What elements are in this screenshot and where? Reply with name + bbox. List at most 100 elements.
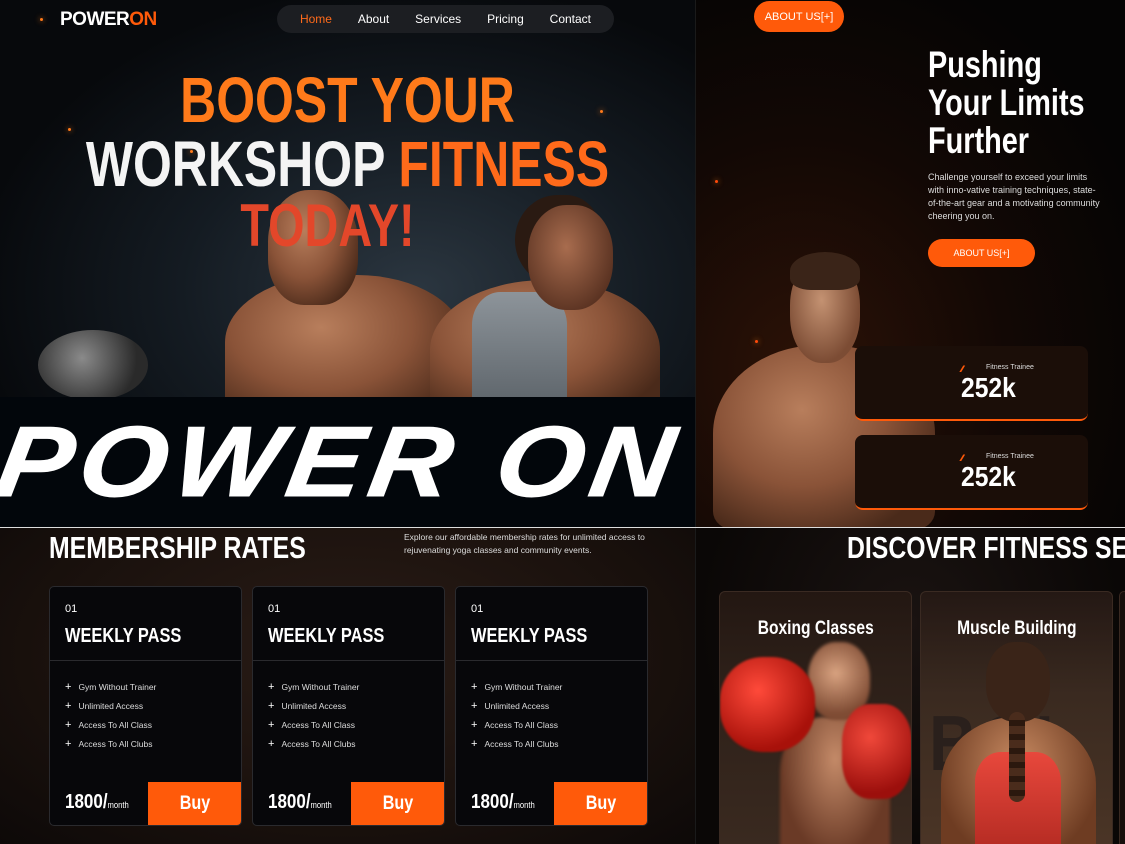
about-title-line: Further — [928, 120, 1030, 162]
service-card-muscle-building[interactable]: Muscle Building BOI — [920, 591, 1113, 844]
membership-panel: MEMBERSHIP RATES Explore our affordable … — [0, 528, 695, 844]
feature-text: Unlimited Access — [484, 700, 550, 711]
divider — [253, 660, 444, 661]
price-value: 1800/ — [268, 791, 311, 813]
feature-item: + Access To All Class — [268, 715, 359, 734]
headline-word-workshop: WORKSHOP — [85, 128, 399, 200]
service-title-text: Muscle Building — [956, 618, 1077, 639]
divider — [50, 660, 241, 661]
plus-icon: + — [65, 680, 72, 693]
plan-number: 01 — [65, 603, 78, 615]
boxing-glove — [842, 704, 911, 799]
plan-price: 1800/month — [268, 791, 332, 814]
feature-item: + Unlimited Access — [471, 696, 562, 715]
buy-button[interactable]: Buy — [554, 782, 647, 825]
dumbbell — [38, 330, 148, 400]
about-title-line: Pushing — [928, 44, 1042, 85]
nav-contact[interactable]: Contact — [550, 12, 591, 26]
price-value: 1800/ — [65, 791, 108, 813]
services-title: DISCOVER FITNESS SERV — [847, 530, 1125, 565]
plan-price: 1800/month — [471, 791, 535, 814]
membership-description: Explore our affordable membership rates … — [404, 532, 645, 555]
feature-item: + Access To All Clubs — [65, 734, 156, 753]
panel-divider — [695, 0, 696, 844]
about-us-button[interactable]: ABOUT US[+] — [928, 239, 1035, 267]
feature-item: + Access To All Class — [65, 715, 156, 734]
feature-text: Unlimited Access — [78, 700, 144, 711]
plus-icon: + — [268, 699, 275, 712]
main-nav: Home About Services Pricing Contact — [277, 5, 614, 33]
price-unit: month — [310, 800, 332, 810]
logo-text-accent: ON — [129, 9, 157, 30]
stat-value: 252k — [961, 372, 1016, 403]
plan-name: WEEKLY PASS — [65, 625, 182, 647]
feature-text: Gym Without Trainer — [281, 681, 360, 692]
plus-icon: + — [471, 699, 478, 712]
about-us-cta-button[interactable]: ABOUT US[+] — [754, 1, 844, 32]
service-card-boxing[interactable]: Boxing Classes — [719, 591, 912, 844]
stat-value: 252k — [961, 461, 1016, 492]
buy-label: Buy — [382, 792, 413, 814]
site-logo[interactable]: POWERON — [60, 9, 157, 31]
feature-text: Gym Without Trainer — [484, 681, 563, 692]
hero-headline: BOOST YOUR WORKSHOP FITNESS TODAY! — [0, 68, 695, 256]
feature-text: Access To All Clubs — [484, 738, 559, 749]
buy-button[interactable]: Buy — [351, 782, 444, 825]
feature-text: Access To All Class — [484, 719, 558, 730]
buy-label: Buy — [585, 792, 616, 814]
plus-icon: + — [268, 718, 275, 731]
plan-name: WEEKLY PASS — [471, 625, 588, 647]
plan-price: 1800/month — [65, 791, 129, 814]
plan-features: + Gym Without Trainer + Unlimited Access +… — [268, 677, 359, 753]
ember-particle — [755, 340, 758, 343]
feature-item: + Gym Without Trainer — [268, 677, 359, 696]
feature-text: Access To All Class — [281, 719, 355, 730]
feature-item: + Access To All Clubs — [268, 734, 359, 753]
pricing-card: 01 WEEKLY PASS + Gym Without Trainer + Unl… — [455, 586, 648, 826]
feature-item: + Gym Without Trainer — [65, 677, 156, 696]
headline-line-1: BOOST YOUR — [180, 64, 515, 136]
nav-about[interactable]: About — [358, 12, 389, 26]
about-description: Challenge yourself to exceed your limits… — [928, 172, 1100, 221]
price-unit: month — [513, 800, 535, 810]
headline-line-2: WORKSHOP FITNESS — [76, 132, 618, 196]
feature-item: + Unlimited Access — [65, 696, 156, 715]
nav-pricing[interactable]: Pricing — [487, 12, 524, 26]
plan-features: + Gym Without Trainer + Unlimited Access +… — [471, 677, 562, 753]
feature-text: Gym Without Trainer — [78, 681, 157, 692]
athlete-braid — [1009, 712, 1025, 802]
plus-icon: + — [471, 737, 478, 750]
hero-panel: POWERON Home About Services Pricing Cont… — [0, 0, 695, 527]
feature-text: Access To All Clubs — [281, 738, 356, 749]
price-value: 1800/ — [471, 791, 514, 813]
nav-home[interactable]: Home — [300, 12, 332, 26]
service-card-partial[interactable] — [1119, 591, 1125, 844]
buy-button[interactable]: Buy — [148, 782, 241, 825]
athlete-female-tank-top — [472, 292, 567, 402]
headline-word-fitness: FITNESS — [398, 128, 610, 200]
buy-label: Buy — [179, 792, 210, 814]
feature-item: + Access To All Clubs — [471, 734, 562, 753]
about-title-line: Your Limits — [928, 82, 1085, 124]
plus-icon: + — [65, 737, 72, 750]
about-panel: ABOUT US[+] Pushing Your Limits Further … — [695, 0, 1125, 527]
boxing-glove — [720, 657, 815, 752]
feature-item: + Access To All Class — [471, 715, 562, 734]
plus-icon: + — [471, 718, 478, 731]
feature-text: Unlimited Access — [281, 700, 347, 711]
logo-text: POWER — [60, 9, 130, 30]
plus-icon: + — [268, 680, 275, 693]
stat-label: Fitness Trainee — [986, 364, 1034, 371]
plus-icon: + — [471, 680, 478, 693]
service-title: Boxing Classes — [720, 618, 911, 640]
panel-divider — [0, 527, 1125, 528]
stat-label: Fitness Trainee — [986, 453, 1034, 460]
membership-title: MEMBERSHIP RATES — [49, 530, 306, 565]
feature-text: Access To All Clubs — [78, 738, 153, 749]
plus-icon: + — [65, 699, 72, 712]
price-unit: month — [107, 800, 129, 810]
bodybuilder-hair — [790, 252, 860, 290]
brand-wordmark: POWER ON — [0, 405, 690, 518]
nav-services[interactable]: Services — [415, 12, 461, 26]
stat-card: ⁄⁄⁄ Fitness Trainee 252k — [855, 435, 1088, 510]
